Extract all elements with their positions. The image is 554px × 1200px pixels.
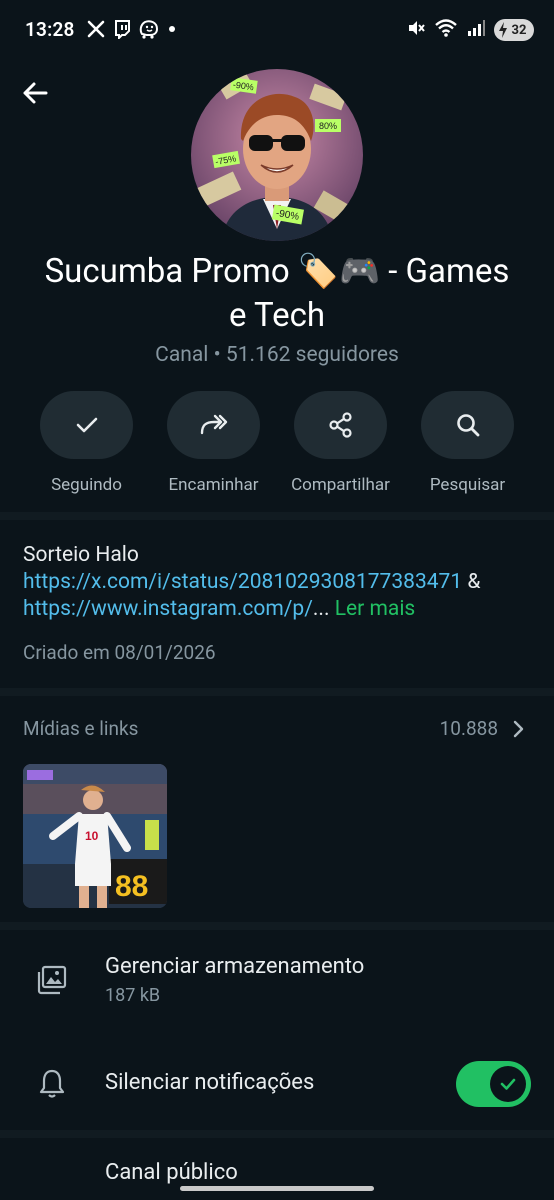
battery-bolt-icon <box>498 22 508 42</box>
public-channel-text: Canal público <box>105 1160 238 1185</box>
check-icon <box>500 1078 516 1090</box>
forward-icon <box>200 414 227 435</box>
media-links-header[interactable]: Mídias e links 10.888 <box>23 717 524 740</box>
battery-level: 32 <box>511 22 527 38</box>
media-links-title: Mídias e links <box>23 717 139 740</box>
svg-text:10: 10 <box>85 829 99 843</box>
back-button[interactable] <box>18 76 52 110</box>
mute-notifications-text: Silenciar notificações <box>105 1070 314 1095</box>
channel-title: Sucumba Promo 🏷️🎮 - Games e Tech <box>0 250 554 338</box>
twitch-icon <box>112 19 132 39</box>
bell-icon <box>34 1066 70 1102</box>
share-icon <box>328 412 352 438</box>
manage-storage-size: 187 kB <box>105 985 161 1006</box>
share-label: Compartilhar <box>291 475 390 495</box>
mute-notifications-row[interactable]: Silenciar notificações <box>0 1058 554 1110</box>
section-divider <box>0 688 554 696</box>
share-button[interactable] <box>294 391 387 459</box>
dot-icon <box>166 19 178 39</box>
x-icon <box>86 19 106 39</box>
search-label: Pesquisar <box>429 475 506 495</box>
forward-action[interactable]: Encaminhar <box>150 391 277 495</box>
manage-storage-title: Gerenciar armazenamento <box>105 954 365 979</box>
created-date: Criado em 08/01/2026 <box>23 641 216 664</box>
status-time: 13:28 <box>25 18 75 41</box>
manage-storage-row[interactable]: Gerenciar armazenamento 187 kB <box>0 950 554 1020</box>
status-right-icons: 32 <box>406 18 534 42</box>
following-label: Seguindo <box>51 475 122 495</box>
arrow-left-icon <box>23 82 48 104</box>
public-channel-row[interactable]: Canal público <box>0 1160 554 1200</box>
gesture-nav-handle[interactable] <box>180 1186 374 1191</box>
chevron-right-icon <box>513 720 524 737</box>
channel-description: Sorteio Halo https://x.com/i/status/2081… <box>23 542 536 623</box>
wifi-icon <box>434 18 458 42</box>
description-line1: Sorteio Halo <box>23 543 139 567</box>
description-link-x[interactable]: https://x.com/i/status/20810293081773834… <box>23 570 462 594</box>
waze-icon <box>138 19 160 39</box>
media-thumbnail[interactable]: 88 10 <box>23 764 167 908</box>
public-channel-title: Canal público <box>105 1160 238 1185</box>
description-ampersand: & <box>462 570 481 594</box>
section-divider <box>0 512 554 520</box>
forward-button[interactable] <box>167 391 260 459</box>
channel-info-screen: 13:28 32 -90% 80% -75% -90% Sucumba Prom… <box>0 0 554 1200</box>
channel-subtitle: Canal • 51.162 seguidores <box>155 343 399 367</box>
forward-label: Encaminhar <box>168 475 259 495</box>
search-icon <box>456 414 479 437</box>
section-divider <box>0 922 554 930</box>
battery-icon: 32 <box>494 19 534 41</box>
status-left-icons <box>86 19 178 39</box>
manage-storage-text: Gerenciar armazenamento 187 kB <box>105 954 364 1006</box>
mute-notifications-title: Silenciar notificações <box>105 1070 315 1095</box>
search-button[interactable] <box>421 391 514 459</box>
channel-title-line1: Sucumba Promo 🏷️🎮 - Games <box>44 252 510 291</box>
status-bar: 13:28 32 <box>0 0 554 60</box>
toggle-knob <box>490 1066 526 1102</box>
description-ellipsis: ... <box>312 597 335 621</box>
read-more-link[interactable]: Ler mais <box>335 597 416 621</box>
search-action[interactable]: Pesquisar <box>404 391 531 495</box>
channel-title-line2: e Tech <box>228 296 326 335</box>
media-links-count: 10.888 <box>440 717 524 740</box>
section-divider <box>0 1130 554 1138</box>
storage-icon <box>34 962 70 998</box>
svg-text:88: 88 <box>115 870 148 903</box>
description-link-instagram[interactable]: https://www.instagram.com/p/ <box>23 597 313 621</box>
channel-avatar[interactable]: -90% 80% -75% -90% <box>191 69 363 241</box>
media-count-value: 10.888 <box>439 717 498 740</box>
following-action[interactable]: Seguindo <box>23 391 150 495</box>
following-button[interactable] <box>40 391 133 459</box>
action-buttons: Seguindo Encaminhar Compartilhar Pesquis… <box>23 391 531 495</box>
mute-notifications-toggle[interactable] <box>456 1061 531 1107</box>
signal-icon <box>466 18 486 42</box>
check-icon <box>76 417 97 433</box>
mute-icon <box>406 18 426 42</box>
avatar-tag-2: 80% <box>319 121 337 131</box>
share-action[interactable]: Compartilhar <box>277 391 404 495</box>
